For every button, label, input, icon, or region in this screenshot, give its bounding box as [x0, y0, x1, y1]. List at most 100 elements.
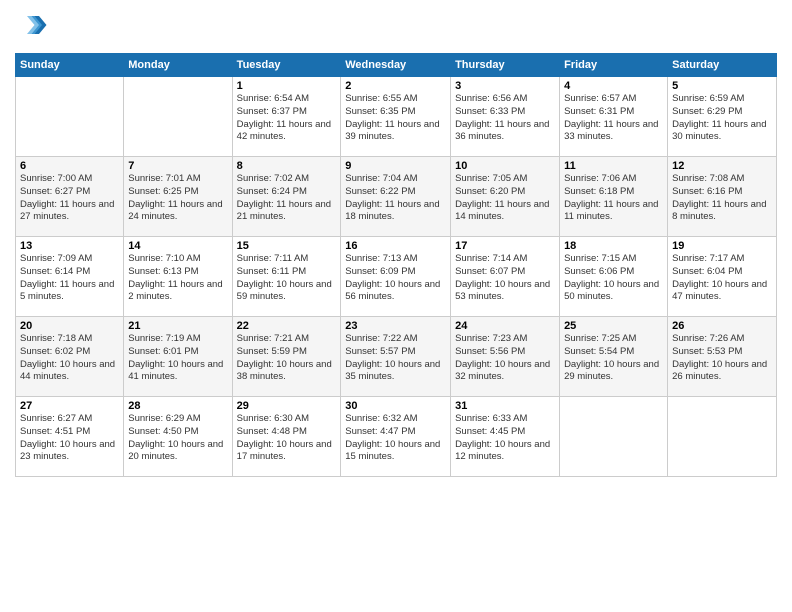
day-number: 10	[455, 160, 555, 172]
day-number: 20	[20, 320, 119, 332]
day-detail: Sunrise: 6:56 AMSunset: 6:33 PMDaylight:…	[455, 93, 549, 142]
day-number: 11	[564, 160, 663, 172]
day-detail: Sunrise: 7:17 AMSunset: 6:04 PMDaylight:…	[672, 253, 767, 302]
day-detail: Sunrise: 7:21 AMSunset: 5:59 PMDaylight:…	[237, 333, 332, 382]
day-of-week-header: Tuesday	[232, 54, 341, 77]
calendar-week-row: 13 Sunrise: 7:09 AMSunset: 6:14 PMDaylig…	[16, 237, 777, 317]
day-detail: Sunrise: 7:02 AMSunset: 6:24 PMDaylight:…	[237, 173, 331, 222]
calendar-cell: 19 Sunrise: 7:17 AMSunset: 6:04 PMDaylig…	[668, 237, 777, 317]
day-number: 28	[128, 400, 227, 412]
day-number: 23	[345, 320, 446, 332]
calendar-cell: 12 Sunrise: 7:08 AMSunset: 6:16 PMDaylig…	[668, 157, 777, 237]
day-detail: Sunrise: 7:26 AMSunset: 5:53 PMDaylight:…	[672, 333, 767, 382]
day-detail: Sunrise: 7:19 AMSunset: 6:01 PMDaylight:…	[128, 333, 223, 382]
day-number: 26	[672, 320, 772, 332]
calendar-cell: 25 Sunrise: 7:25 AMSunset: 5:54 PMDaylig…	[560, 317, 668, 397]
day-detail: Sunrise: 6:55 AMSunset: 6:35 PMDaylight:…	[345, 93, 439, 142]
day-number: 7	[128, 160, 227, 172]
calendar-cell: 9 Sunrise: 7:04 AMSunset: 6:22 PMDayligh…	[341, 157, 451, 237]
day-number: 12	[672, 160, 772, 172]
day-number: 13	[20, 240, 119, 252]
day-number: 24	[455, 320, 555, 332]
calendar: SundayMondayTuesdayWednesdayThursdayFrid…	[15, 53, 777, 477]
calendar-cell: 17 Sunrise: 7:14 AMSunset: 6:07 PMDaylig…	[451, 237, 560, 317]
calendar-cell: 28 Sunrise: 6:29 AMSunset: 4:50 PMDaylig…	[124, 397, 232, 477]
calendar-cell: 24 Sunrise: 7:23 AMSunset: 5:56 PMDaylig…	[451, 317, 560, 397]
calendar-cell: 26 Sunrise: 7:26 AMSunset: 5:53 PMDaylig…	[668, 317, 777, 397]
calendar-cell: 15 Sunrise: 7:11 AMSunset: 6:11 PMDaylig…	[232, 237, 341, 317]
day-of-week-header: Wednesday	[341, 54, 451, 77]
calendar-cell: 7 Sunrise: 7:01 AMSunset: 6:25 PMDayligh…	[124, 157, 232, 237]
day-detail: Sunrise: 7:15 AMSunset: 6:06 PMDaylight:…	[564, 253, 659, 302]
day-number: 29	[237, 400, 337, 412]
day-number: 16	[345, 240, 446, 252]
day-of-week-header: Thursday	[451, 54, 560, 77]
day-number: 1	[237, 80, 337, 92]
calendar-cell: 2 Sunrise: 6:55 AMSunset: 6:35 PMDayligh…	[341, 77, 451, 157]
calendar-cell	[16, 77, 124, 157]
calendar-cell: 29 Sunrise: 6:30 AMSunset: 4:48 PMDaylig…	[232, 397, 341, 477]
logo	[15, 10, 48, 45]
day-number: 15	[237, 240, 337, 252]
day-number: 18	[564, 240, 663, 252]
day-detail: Sunrise: 7:22 AMSunset: 5:57 PMDaylight:…	[345, 333, 440, 382]
day-detail: Sunrise: 7:08 AMSunset: 6:16 PMDaylight:…	[672, 173, 766, 222]
logo-icon	[18, 10, 48, 40]
day-detail: Sunrise: 7:23 AMSunset: 5:56 PMDaylight:…	[455, 333, 550, 382]
calendar-cell: 5 Sunrise: 6:59 AMSunset: 6:29 PMDayligh…	[668, 77, 777, 157]
day-detail: Sunrise: 7:05 AMSunset: 6:20 PMDaylight:…	[455, 173, 549, 222]
calendar-cell: 8 Sunrise: 7:02 AMSunset: 6:24 PMDayligh…	[232, 157, 341, 237]
day-detail: Sunrise: 6:54 AMSunset: 6:37 PMDaylight:…	[237, 93, 331, 142]
calendar-cell: 11 Sunrise: 7:06 AMSunset: 6:18 PMDaylig…	[560, 157, 668, 237]
day-detail: Sunrise: 7:00 AMSunset: 6:27 PMDaylight:…	[20, 173, 114, 222]
day-number: 14	[128, 240, 227, 252]
day-detail: Sunrise: 7:04 AMSunset: 6:22 PMDaylight:…	[345, 173, 439, 222]
calendar-week-row: 1 Sunrise: 6:54 AMSunset: 6:37 PMDayligh…	[16, 77, 777, 157]
day-of-week-header: Saturday	[668, 54, 777, 77]
day-detail: Sunrise: 7:25 AMSunset: 5:54 PMDaylight:…	[564, 333, 659, 382]
day-detail: Sunrise: 7:10 AMSunset: 6:13 PMDaylight:…	[128, 253, 222, 302]
calendar-cell: 10 Sunrise: 7:05 AMSunset: 6:20 PMDaylig…	[451, 157, 560, 237]
day-number: 22	[237, 320, 337, 332]
calendar-cell: 4 Sunrise: 6:57 AMSunset: 6:31 PMDayligh…	[560, 77, 668, 157]
calendar-week-row: 6 Sunrise: 7:00 AMSunset: 6:27 PMDayligh…	[16, 157, 777, 237]
day-number: 6	[20, 160, 119, 172]
day-number: 9	[345, 160, 446, 172]
day-detail: Sunrise: 6:32 AMSunset: 4:47 PMDaylight:…	[345, 413, 440, 462]
day-number: 21	[128, 320, 227, 332]
calendar-cell: 18 Sunrise: 7:15 AMSunset: 6:06 PMDaylig…	[560, 237, 668, 317]
calendar-cell	[560, 397, 668, 477]
day-detail: Sunrise: 6:57 AMSunset: 6:31 PMDaylight:…	[564, 93, 658, 142]
calendar-cell: 30 Sunrise: 6:32 AMSunset: 4:47 PMDaylig…	[341, 397, 451, 477]
calendar-cell: 23 Sunrise: 7:22 AMSunset: 5:57 PMDaylig…	[341, 317, 451, 397]
calendar-cell: 14 Sunrise: 7:10 AMSunset: 6:13 PMDaylig…	[124, 237, 232, 317]
header	[15, 10, 777, 45]
calendar-cell: 20 Sunrise: 7:18 AMSunset: 6:02 PMDaylig…	[16, 317, 124, 397]
calendar-cell: 16 Sunrise: 7:13 AMSunset: 6:09 PMDaylig…	[341, 237, 451, 317]
day-of-week-header: Monday	[124, 54, 232, 77]
calendar-cell: 3 Sunrise: 6:56 AMSunset: 6:33 PMDayligh…	[451, 77, 560, 157]
day-number: 3	[455, 80, 555, 92]
day-number: 4	[564, 80, 663, 92]
day-number: 27	[20, 400, 119, 412]
day-detail: Sunrise: 6:33 AMSunset: 4:45 PMDaylight:…	[455, 413, 550, 462]
day-number: 2	[345, 80, 446, 92]
day-number: 25	[564, 320, 663, 332]
calendar-cell: 21 Sunrise: 7:19 AMSunset: 6:01 PMDaylig…	[124, 317, 232, 397]
day-detail: Sunrise: 6:27 AMSunset: 4:51 PMDaylight:…	[20, 413, 115, 462]
day-detail: Sunrise: 7:09 AMSunset: 6:14 PMDaylight:…	[20, 253, 114, 302]
day-number: 8	[237, 160, 337, 172]
day-detail: Sunrise: 6:59 AMSunset: 6:29 PMDaylight:…	[672, 93, 766, 142]
day-detail: Sunrise: 7:06 AMSunset: 6:18 PMDaylight:…	[564, 173, 658, 222]
calendar-cell	[124, 77, 232, 157]
calendar-week-row: 20 Sunrise: 7:18 AMSunset: 6:02 PMDaylig…	[16, 317, 777, 397]
calendar-cell	[668, 397, 777, 477]
calendar-cell: 1 Sunrise: 6:54 AMSunset: 6:37 PMDayligh…	[232, 77, 341, 157]
calendar-cell: 27 Sunrise: 6:27 AMSunset: 4:51 PMDaylig…	[16, 397, 124, 477]
calendar-cell: 6 Sunrise: 7:00 AMSunset: 6:27 PMDayligh…	[16, 157, 124, 237]
calendar-cell: 31 Sunrise: 6:33 AMSunset: 4:45 PMDaylig…	[451, 397, 560, 477]
calendar-cell: 13 Sunrise: 7:09 AMSunset: 6:14 PMDaylig…	[16, 237, 124, 317]
day-detail: Sunrise: 7:11 AMSunset: 6:11 PMDaylight:…	[237, 253, 332, 302]
day-number: 19	[672, 240, 772, 252]
day-detail: Sunrise: 6:30 AMSunset: 4:48 PMDaylight:…	[237, 413, 332, 462]
